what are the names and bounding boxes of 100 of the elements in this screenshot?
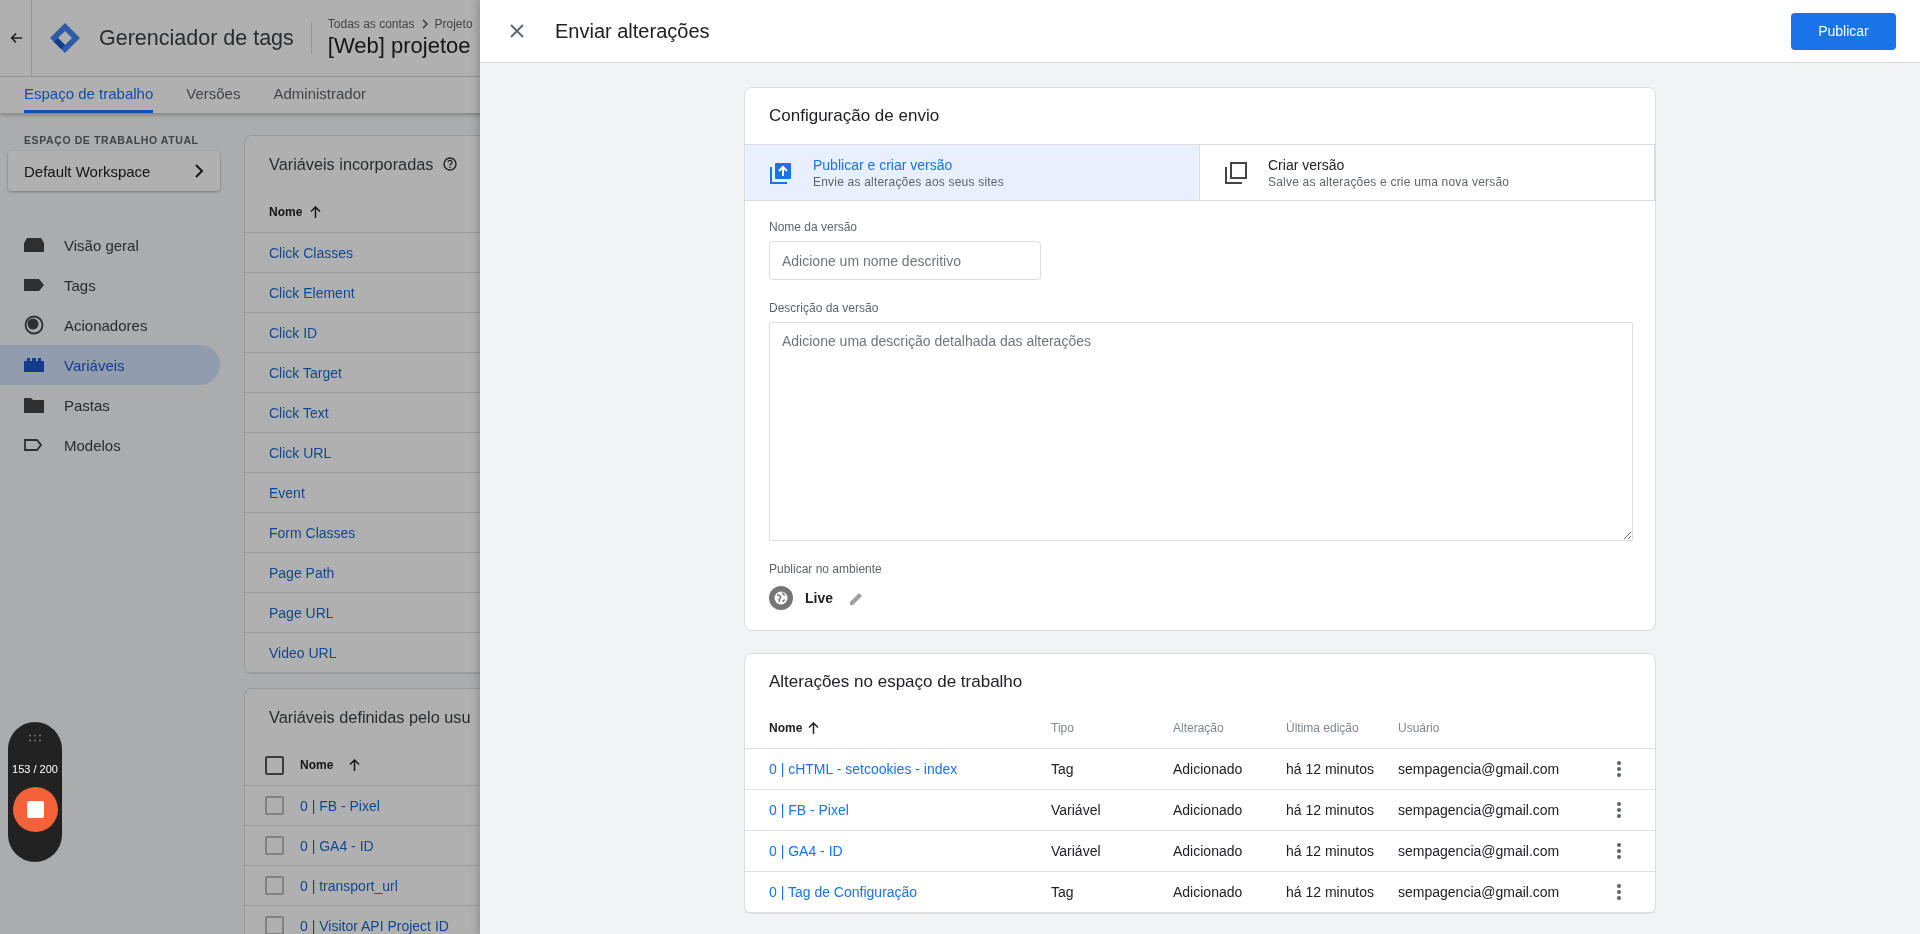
stop-icon	[26, 801, 44, 818]
kebab-icon	[1617, 884, 1621, 900]
table-cell-text: Adicionado	[1173, 761, 1244, 777]
table-cell-text: sempagencia@gmail.com	[1398, 843, 1561, 859]
column-header[interactable]: Nome	[769, 721, 803, 735]
publish-button[interactable]: Publicar	[1791, 12, 1896, 50]
variable-link[interactable]: Form Classes	[269, 524, 356, 541]
field-label: Nome da versão	[769, 220, 859, 234]
table-cell-text: Adicionado	[1173, 802, 1244, 818]
drawer-icon	[24, 238, 44, 252]
kebab-icon	[1617, 843, 1621, 859]
sort-arrow-icon	[808, 722, 820, 734]
kebab-icon	[1617, 761, 1621, 777]
sidebar-item[interactable]: Tags	[0, 265, 220, 305]
sidebar-item[interactable]: Variáveis	[0, 345, 220, 385]
kebab-icon	[1617, 802, 1621, 818]
nav-tab[interactable]: Espaço de trabalho	[24, 77, 154, 113]
version-name-field[interactable]: Adicione um nome descritivo	[769, 241, 1041, 280]
table-cell-text: Variável	[1051, 802, 1102, 818]
label-outline-icon	[24, 439, 42, 451]
sidebar-item[interactable]: Pastas	[0, 385, 220, 425]
tag-icon	[24, 279, 44, 291]
field-label: Descrição da versão	[769, 301, 880, 315]
edit-button[interactable]	[850, 591, 863, 605]
workspace-selector[interactable]: Default Workspace	[8, 151, 220, 191]
copy-icon	[1224, 160, 1248, 185]
card-title: Variáveis definidas pelo usu	[269, 707, 471, 727]
variable-link[interactable]: 0 | transport_url	[300, 877, 398, 894]
checkbox[interactable]	[265, 796, 284, 815]
sidebar-item[interactable]: Visão geral	[0, 225, 220, 265]
breadcrumb-link[interactable]: Projeto	[434, 17, 473, 31]
breadcrumb-link[interactable]: Todas as contas	[327, 17, 415, 31]
variable-link[interactable]: Click Classes	[269, 244, 353, 261]
environment-name: Live	[805, 590, 833, 606]
folder-icon	[24, 397, 44, 413]
variable-link[interactable]: Page URL	[269, 604, 334, 621]
chevron-right-icon	[420, 19, 429, 29]
workspace-label: ESPAÇO DE TRABALHO ATUAL	[24, 134, 200, 146]
column-header[interactable]: Nome	[300, 758, 334, 772]
variable-link[interactable]: Page Path	[269, 564, 335, 581]
table-cell-text: há 12 minutos	[1286, 761, 1375, 777]
back-arrow-icon	[8, 31, 23, 45]
card-title: Configuração de envio	[768, 105, 941, 127]
table-cell-text: Variável	[1051, 843, 1102, 859]
change-name-link[interactable]: 0 | cHTML - setcookies - index	[769, 761, 1051, 777]
field-label: Publicar no ambiente	[769, 562, 883, 576]
submission-option[interactable]: Criar versão Salve as alterações e crie uma nova versão	[1200, 145, 1655, 200]
table-cell-text: Tag	[1051, 884, 1075, 900]
variable-link[interactable]: Click Element	[269, 284, 355, 301]
table-cell-text: sempagencia@gmail.com	[1398, 802, 1561, 818]
drag-handle-icon[interactable]	[28, 734, 42, 742]
column-header[interactable]: Nome	[269, 205, 303, 219]
column-header[interactable]: Usuário	[1398, 721, 1607, 735]
diamond-logo-icon	[49, 22, 81, 54]
change-name-link[interactable]: 0 | GA4 - ID	[769, 843, 1051, 859]
submission-option[interactable]: Publicar e criar versão Envie as alterações aos seus sites	[745, 145, 1200, 200]
sort-arrow-icon	[310, 206, 322, 218]
nav-tab[interactable]: Administrador	[273, 77, 366, 113]
help-icon	[443, 157, 458, 171]
checkbox[interactable]	[265, 916, 284, 934]
table-cell-text: há 12 minutos	[1286, 884, 1375, 900]
checkbox[interactable]	[265, 836, 284, 855]
trigger-icon	[24, 315, 44, 335]
close-icon	[510, 24, 524, 38]
panel-title: Enviar alterações	[555, 19, 710, 43]
variable-link[interactable]: 0 | FB - Pixel	[300, 797, 380, 814]
stop-button[interactable]	[12, 787, 58, 832]
variable-link[interactable]: Event	[269, 484, 305, 501]
variable-link[interactable]: Click ID	[269, 324, 318, 341]
column-header[interactable]: Tipo	[1051, 721, 1173, 735]
sort-arrow-icon	[349, 759, 361, 771]
chevron-right-icon	[194, 164, 204, 178]
checkbox[interactable]	[265, 755, 284, 775]
table-cell-text: Tag	[1051, 761, 1075, 777]
variable-link[interactable]: Click Target	[269, 364, 342, 381]
table-cell-text: sempagencia@gmail.com	[1398, 761, 1561, 777]
app-title: Gerenciador de tags	[99, 25, 294, 51]
card-title: Alterações no espaço de trabalho	[768, 671, 1024, 693]
variable-link[interactable]: Click Text	[269, 404, 329, 421]
globe-icon	[769, 586, 793, 610]
column-header[interactable]: Última edição	[1286, 721, 1398, 735]
variable-link[interactable]: 0 | GA4 - ID	[300, 837, 374, 854]
recording-counter: 153 / 200	[12, 763, 58, 775]
change-name-link[interactable]: 0 | FB - Pixel	[769, 802, 1051, 818]
version-description-field[interactable]: Adicione uma descrição detalhada das alterações	[769, 322, 1633, 541]
pencil-icon	[850, 591, 863, 605]
variable-link[interactable]: 0 | Visitor API Project ID	[300, 917, 449, 934]
column-header[interactable]: Alteração	[1173, 721, 1286, 735]
checkbox[interactable]	[265, 876, 284, 895]
table-cell-text: há 12 minutos	[1286, 802, 1375, 818]
table-cell-text: Adicionado	[1173, 884, 1244, 900]
sidebar-item[interactable]: Modelos	[0, 425, 220, 465]
publish-icon	[769, 160, 793, 185]
change-name-link[interactable]: 0 | Tag de Configuração	[769, 884, 1051, 900]
variable-link[interactable]: Video URL	[269, 644, 337, 661]
table-cell-text: Adicionado	[1173, 843, 1244, 859]
sidebar-item[interactable]: Acionadores	[0, 305, 220, 345]
nav-tab[interactable]: Versões	[186, 77, 241, 113]
variable-link[interactable]: Click URL	[269, 444, 332, 461]
table-cell-text: há 12 minutos	[1286, 843, 1375, 859]
